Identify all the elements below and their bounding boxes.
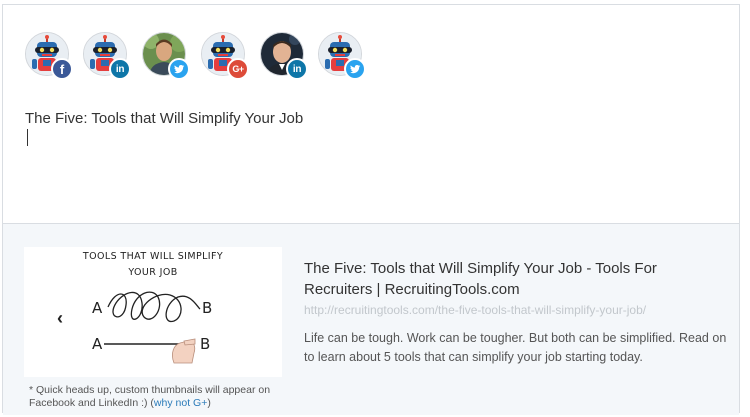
twitter-icon — [168, 58, 190, 80]
link-preview: TOOLS THAT WILL SIMPLIFY YOUR JOB A B A … — [3, 223, 739, 415]
linkedin-icon: in — [109, 58, 131, 80]
thumbnail-next-arrow[interactable]: › — [280, 307, 282, 331]
thumbnail-label-a1: A — [92, 299, 103, 317]
twitter-icon — [344, 58, 366, 80]
thumbnail-note: * Quick heads up, custom thumbnails will… — [29, 384, 299, 410]
thumbnail-label-b1: B — [202, 299, 213, 317]
thumbnail-label-a2: A — [92, 335, 103, 353]
profile-twitter-person[interactable] — [142, 32, 190, 80]
thumbnail-label-b2: B — [200, 335, 211, 353]
facebook-icon: f — [51, 58, 73, 80]
link-description: Life can be tough. Work can be tougher. … — [304, 331, 727, 364]
thumbnail-prev-arrow[interactable]: ‹ — [51, 307, 69, 331]
link-title: The Five: Tools that Will Simplify Your … — [304, 260, 657, 298]
google-plus-icon: G+ — [227, 58, 249, 80]
profile-twitter[interactable] — [318, 32, 366, 80]
post-text-input[interactable]: The Five: Tools that Will Simplify Your … — [25, 109, 715, 129]
text-caret — [27, 129, 28, 146]
link-thumbnail: TOOLS THAT WILL SIMPLIFY YOUR JOB A B A … — [24, 247, 282, 377]
linkedin-icon: in — [286, 58, 308, 80]
post-composer: f in G+ in The Five: Tools that Will Sim… — [2, 4, 740, 415]
profile-linkedin-person[interactable]: in — [260, 32, 308, 80]
thumbnail-note-end: ) — [207, 397, 211, 409]
profile-linkedin[interactable]: in — [83, 32, 131, 80]
why-not-gplus-link[interactable]: why not G+ — [154, 397, 207, 409]
profile-facebook[interactable]: f — [25, 32, 73, 80]
profile-google-plus[interactable]: G+ — [201, 32, 249, 80]
thumbnail-note-text: * Quick heads up, custom thumbnails will… — [29, 384, 271, 409]
link-url: http://recruitingtools.com/the-five-tool… — [304, 303, 647, 317]
